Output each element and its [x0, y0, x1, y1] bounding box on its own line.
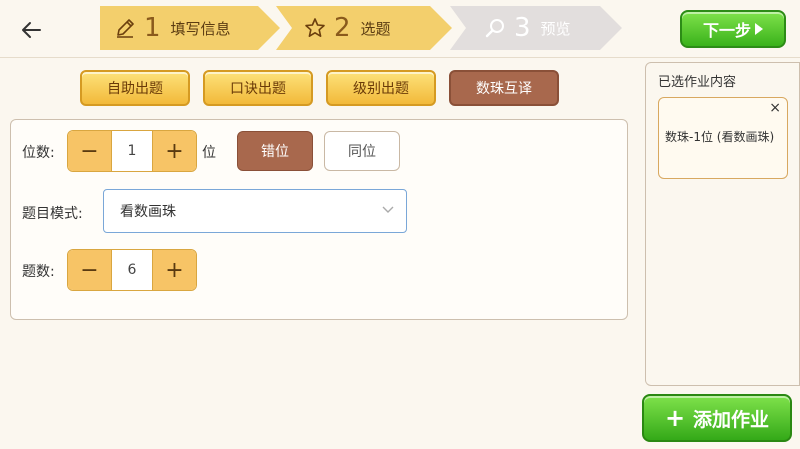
step-number: 3	[514, 13, 531, 43]
sidebar-title: 已选作业内容	[658, 75, 737, 90]
question-mode-value: 看数画珠	[120, 204, 176, 220]
step-label: 选题	[360, 19, 391, 38]
question-mode-label: 题目模式:	[22, 206, 83, 222]
tab-self-service[interactable]: 自助出题	[80, 70, 190, 106]
plus-icon: +	[664, 404, 686, 432]
count-increment-button[interactable]: +	[152, 250, 196, 290]
arrow-left-icon	[22, 22, 41, 38]
question-count-label: 题数:	[22, 264, 55, 280]
tab-bead-translation[interactable]: 数珠互译	[449, 70, 559, 106]
same-position-toggle[interactable]: 同位	[324, 131, 400, 171]
count-decrement-button[interactable]: −	[68, 250, 112, 290]
digits-label: 位数:	[22, 145, 55, 161]
top-bar: 1 填写信息 2 选题 3 预览 下一步	[0, 0, 800, 58]
back-button[interactable]	[16, 16, 46, 44]
tab-level[interactable]: 级别出题	[326, 70, 436, 106]
step-select-questions[interactable]: 2 选题	[276, 6, 452, 50]
step-fill-info[interactable]: 1 填写信息	[100, 6, 280, 50]
add-homework-button[interactable]: + 添加作业	[642, 394, 792, 442]
play-icon	[755, 23, 763, 35]
settings-panel: 位数: − 1 + 位 错位 同位 题目模式: 看数画珠 题数: − 6 +	[10, 119, 628, 320]
tab-formula[interactable]: 口诀出题	[203, 70, 313, 106]
add-homework-label: 添加作业	[693, 408, 770, 431]
question-count-stepper: − 6 +	[67, 249, 197, 291]
pencil-icon	[114, 17, 136, 39]
digits-stepper: − 1 +	[67, 130, 197, 172]
search-icon	[484, 17, 506, 39]
digits-unit: 位	[202, 145, 216, 161]
step-label: 填写信息	[170, 19, 231, 38]
step-number: 1	[144, 13, 161, 43]
next-step-label: 下一步	[702, 21, 751, 40]
step-preview[interactable]: 3 预览	[450, 6, 622, 50]
digits-value[interactable]: 1	[112, 131, 152, 171]
step-number: 2	[334, 13, 351, 43]
question-mode-select[interactable]: 看数画珠	[103, 189, 407, 233]
staggered-toggle[interactable]: 错位	[237, 131, 313, 171]
chevron-down-icon	[382, 206, 394, 213]
homework-item-text: 数珠-1位 (看数画珠)	[665, 130, 775, 144]
step-label: 预览	[540, 19, 571, 38]
close-icon[interactable]: ×	[769, 100, 781, 116]
star-icon	[304, 17, 326, 39]
homework-item-card[interactable]: × 数珠-1位 (看数画珠)	[658, 97, 788, 179]
count-value[interactable]: 6	[112, 250, 152, 290]
next-step-button[interactable]: 下一步	[680, 10, 786, 48]
digits-decrement-button[interactable]: −	[68, 131, 112, 171]
digits-increment-button[interactable]: +	[152, 131, 196, 171]
selected-homework-sidebar: 已选作业内容 × 数珠-1位 (看数画珠)	[645, 62, 800, 386]
